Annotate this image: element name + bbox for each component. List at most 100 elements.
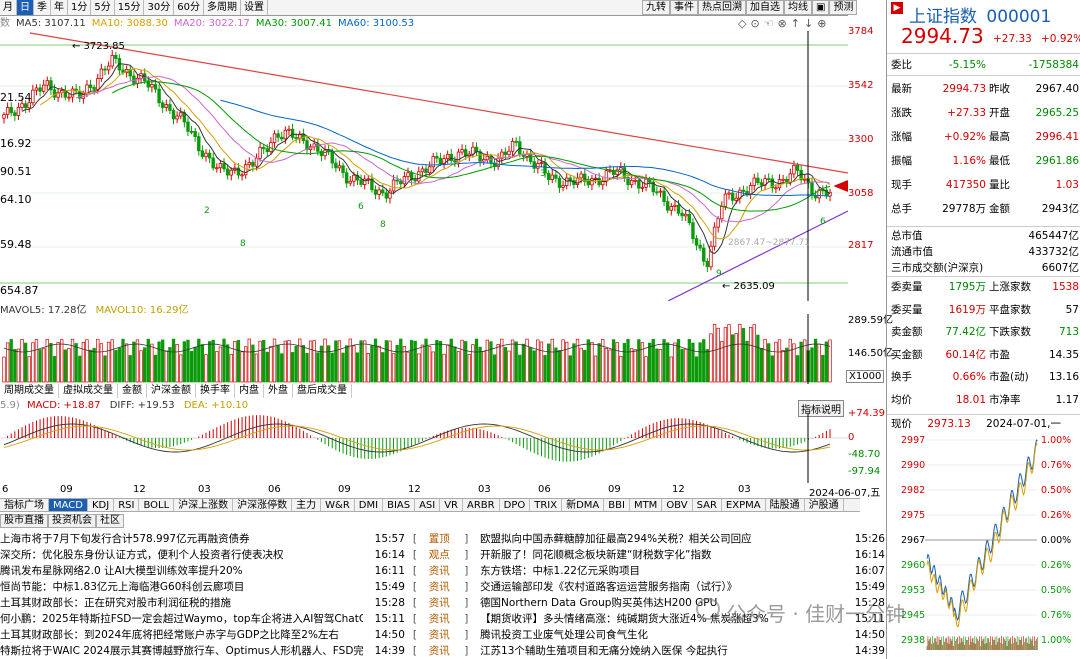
volume-bar [464,341,468,383]
news-mid[interactable]: 江苏13个辅助生殖项目和无痛分娩纳入医保 今起执行 [480,643,845,659]
volume-bar [265,351,269,383]
news-mid[interactable]: 东方铁塔：中标1.22亿元采购项目 [480,563,845,579]
quote-l1: 委比 [891,59,912,71]
volume-tab-5[interactable]: 内盘 [235,384,264,398]
news-tab-1[interactable]: 投资机会 [48,514,96,528]
period-day[interactable]: 日 [17,0,34,15]
news-left[interactable]: 深交所：优化股东身份认证方式，便利个人投资者行使表决权 [0,547,363,563]
news-left[interactable]: 何小鹏：2025年特斯拉FSD一定会超过Waymo，top车企将进入AI智驾Ch… [0,611,363,627]
news-left[interactable]: 腾讯发布星脉网络2.0 让AI大模型训练效率提升20% [0,563,363,579]
news-bracket: ] [464,581,469,593]
volume-tab-3[interactable]: 沪深金额 [147,384,196,398]
period-2[interactable]: 年 [51,0,68,15]
volume-tab-4[interactable]: 换手率 [196,384,235,398]
volume-bar [294,345,298,383]
indicator-tab-13[interactable]: ARBR [463,499,500,511]
indicator-tab-21[interactable]: EXPMA [722,499,766,511]
candle [601,177,605,190]
volume-tab-1[interactable]: 虚拟成交量 [59,384,118,398]
news-tab-2[interactable]: 社区 [96,514,124,528]
news-t1: 15:11 [374,613,405,625]
volume-bar [723,327,728,383]
quote-v2: 14.35 [1048,348,1079,361]
indicator-tab-15[interactable]: TRIX [530,499,563,511]
news-left[interactable]: 土耳其财政部长：到2024年底将把经常账户赤字与GDP之比降至2%左右 [0,627,363,643]
volume-bar [579,347,583,383]
indicator-tab-8[interactable]: W&R [321,499,355,511]
news-tab-0[interactable]: 股市直播 [0,514,48,528]
indicator-tab-17[interactable]: BBI [604,499,630,511]
period-4[interactable]: 5分 [91,0,115,15]
tool-button-3[interactable]: 加自选 [746,0,784,15]
indicator-tab-7[interactable]: 主力 [292,499,322,511]
indicator-tab-5[interactable]: 沪深上涨数 [174,499,234,511]
news-mid[interactable]: 腾讯投资工业废气处理公司食气生化 [480,627,845,643]
indicator-tab-20[interactable]: SAR [693,499,722,511]
indicator-tab-19[interactable]: OBV [662,499,693,511]
indicator-tab-11[interactable]: ASI [415,499,441,511]
tool-button-2[interactable]: 热点回溯 [698,0,746,15]
candle [207,149,212,164]
indicator-tab-10[interactable]: BIAS [383,499,416,511]
volume-tab-6[interactable]: 外盘 [264,384,293,398]
date-axis: 6 09 12 03 06 09 12 03 06 09 12 03 [0,484,860,497]
volume-tab-0[interactable]: 周期成交量 [0,384,59,398]
vol-unit-button[interactable]: X1000 [846,370,885,383]
macd-chart[interactable] [0,413,848,483]
indicator-tab-23[interactable]: 沪股通 [805,499,844,511]
period-3[interactable]: 1分 [68,0,92,15]
volume-bar [63,349,67,383]
tool-button-6[interactable]: 预测 [829,0,858,15]
volume-bar [568,355,572,383]
period-9[interactable]: 设置 [241,0,268,15]
tool-button-0[interactable]: 九转 [642,0,670,15]
kline-chart[interactable]: ← 3723.85 ← 2635.09 2867.47~2877.71 21.54 16… [0,31,848,301]
tool-button-5[interactable]: ▣ [812,0,830,15]
tool-button-1[interactable]: 事件 [670,0,698,15]
period-0[interactable]: 月 [0,0,17,15]
indicator-tab-1[interactable]: MACD [49,499,88,511]
indicator-tab-4[interactable]: BOLL [139,499,175,511]
period-6[interactable]: 30分 [144,0,175,15]
volume-bar [763,338,767,383]
indicator-tab-12[interactable]: VR [440,499,464,511]
volume-tab-2[interactable]: 金额 [118,384,147,398]
period-5[interactable]: 15分 [115,0,145,15]
intraday-chart[interactable]: 2997 1.00% 2990 0.76% 2982 0.50% 2975 0.26% 2967… [887,432,1079,652]
volume-bar [756,334,760,383]
candle [680,209,684,221]
period-1[interactable]: 季 [34,0,51,15]
indicator-tab-14[interactable]: DPO [500,499,531,511]
news-left[interactable]: 恒尚节能：中标1.83亿元上海临港G60科创云廊项目 [0,579,363,595]
volume-bar [521,343,526,383]
news-mid[interactable]: 欧盟拟向中国赤藓糖醇加征最高294%关税？相关公司回应 [480,531,845,547]
news-left[interactable]: 上海市将于7月下旬发行合计578.997亿元再融资债券 [0,531,363,547]
candle [460,144,464,156]
indicator-tab-16[interactable]: 新DMA [562,499,605,511]
down-trendline[interactable] [29,32,848,174]
period-7[interactable]: 60分 [174,0,204,15]
indicator-tab-3[interactable]: RSI [114,499,140,511]
news-left[interactable]: 土耳其财政部长：正在研究对股市利润征税的措施 [0,595,363,611]
indicator-tab-6[interactable]: 沪深涨停数 [233,499,293,511]
indicator-tab-22[interactable]: 陆股通 [766,499,805,511]
candle [56,88,60,102]
indicator-tab-9[interactable]: DMI [355,499,384,511]
volume-chart[interactable] [0,314,848,384]
price-axis-3: 3058 [848,188,874,199]
volume-bar [442,353,446,383]
dea-value: DEA: +10.10 [183,400,249,411]
volume-bar [759,347,764,383]
period-8[interactable]: 多周期 [204,0,241,15]
indicator-tab-2[interactable]: KDJ [88,499,115,511]
news-mid[interactable]: 开新服了！同花顺概念板块新建“财税数字化”指数 [480,547,845,563]
news-left[interactable]: 特斯拉将于WAIC 2024展示其赛博越野旅行车、Optimus人形机器人、FS… [0,643,363,659]
intraday-axis-right-4: 0.00% [1041,535,1071,546]
news-mid[interactable]: 交通运输部印发《农村道路客运运营服务指南（试行）》 [480,579,845,595]
indicator-tab-0[interactable]: 指标广场 [0,499,49,511]
tool-button-4[interactable]: 均线 [784,0,812,15]
volume-bar [774,341,778,383]
indicator-tab-18[interactable]: MTM [630,499,663,511]
volume-tab-7[interactable]: 盘后成交量 [293,384,352,398]
chart-control-icons[interactable]: ◇⊙☜⊗↑↓⊕ [738,17,830,30]
